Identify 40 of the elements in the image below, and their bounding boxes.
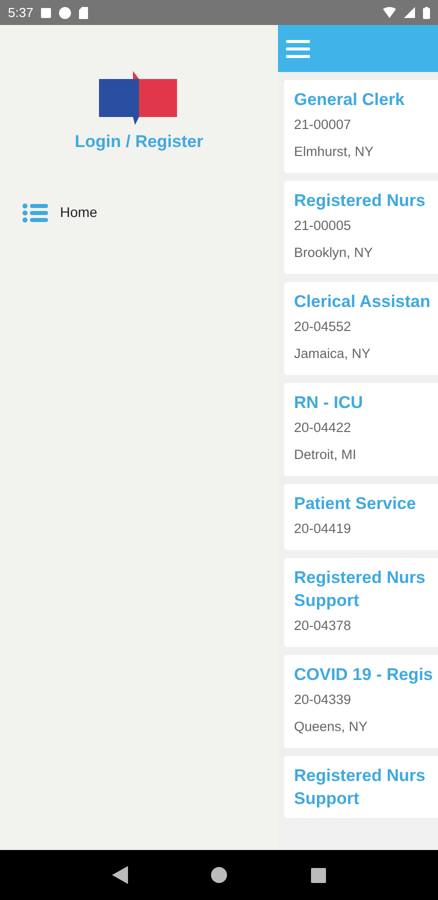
list-icon: [22, 202, 48, 222]
job-location: Jamaica, NY: [294, 345, 371, 363]
job-card[interactable]: Clerical Assistan 20-04552 Jamaica, NY: [284, 282, 438, 375]
job-title: RN - ICU: [294, 392, 363, 414]
home-icon[interactable]: [211, 867, 228, 883]
job-location: Elmhurst, NY: [294, 143, 374, 161]
job-code: 20-04422: [294, 419, 352, 437]
job-card[interactable]: RN - ICU 20-04422 Detroit, MI: [284, 383, 438, 476]
sd-card-icon: [79, 6, 88, 18]
job-card[interactable]: Registered Nurs 21-00005 Brooklyn, NY: [284, 181, 438, 274]
job-code: 20-04339: [294, 691, 352, 709]
battery-icon: [423, 6, 430, 18]
job-title: COVID 19 - Regis: [294, 664, 433, 686]
job-location: Queens, NY: [294, 718, 368, 736]
job-code: 20-04419: [294, 520, 352, 538]
job-code: 21-00007: [294, 116, 352, 134]
logo-icon: [99, 71, 179, 127]
notification-icon: [59, 6, 72, 18]
recents-icon[interactable]: [311, 868, 326, 882]
job-title: Registered Nurs: [294, 190, 426, 212]
job-location: Brooklyn, NY: [294, 244, 373, 262]
notification-icon: [41, 8, 52, 18]
job-card[interactable]: Patient Service 20-04419: [284, 484, 438, 550]
job-code: 20-04378: [294, 617, 352, 635]
clock: 5:37: [8, 4, 34, 22]
job-card[interactable]: Registered Nurs Support 20-04378: [284, 558, 438, 647]
back-icon[interactable]: [112, 866, 128, 884]
job-title: Registered Nurs Support: [294, 765, 426, 810]
job-card[interactable]: COVID 19 - Regis 20-04339 Queens, NY: [284, 655, 438, 748]
job-location: Detroit, MI: [294, 446, 356, 464]
job-card[interactable]: General Clerk 21-00007 Elmhurst, NY: [284, 80, 438, 173]
job-code: 21-00005: [294, 217, 352, 235]
job-title: Clerical Assistan: [294, 291, 430, 313]
wifi-icon: [383, 7, 396, 18]
job-code: 20-04552: [294, 318, 352, 336]
job-title: Registered Nurs Support: [294, 567, 426, 612]
drawer-item[interactable]: Home: [60, 202, 98, 223]
job-title: Patient Service: [294, 493, 416, 515]
job-title: General Clerk: [294, 89, 405, 111]
signal-icon: [404, 7, 415, 18]
